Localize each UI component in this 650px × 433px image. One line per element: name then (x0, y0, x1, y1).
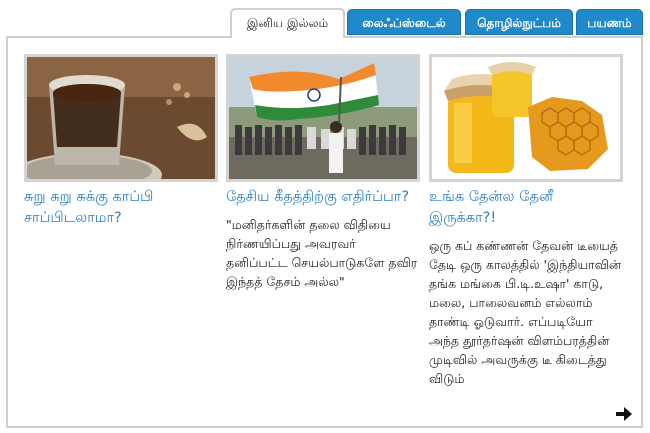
article-card: உங்க தேன்ல தேனீ இருக்கா?! ஒரு கப் கண்ணன்… (429, 54, 623, 388)
tab-technology[interactable]: தொழில்நுட்பம் (465, 9, 573, 35)
students-flag-image[interactable] (226, 54, 420, 182)
article-description: ஒரு கப் கண்ணன் தேவன் டீயைத் தேடி ஒரு கால… (429, 238, 622, 386)
article-description: "மனிதர்களின் தலை விதியை நிர்ணயிப்பது அவர… (226, 217, 418, 289)
article-title[interactable]: உங்க தேன்ல தேனீ இருக்கா?! (429, 187, 623, 229)
article-title[interactable]: தேசிய கீதத்திற்கு எதிர்ப்பா? (226, 187, 420, 208)
tab-home[interactable]: இனிய இல்லம் (230, 8, 345, 38)
article-card: சுறு சுறு சுக்கு காப்பி சாப்பிடலாமா? (24, 54, 218, 229)
article-card: தேசிய கீதத்திற்கு எதிர்ப்பா? "மனிதர்களின… (226, 54, 420, 291)
content-panel: சுறு சுறு சுக்கு காப்பி சாப்பிடலாமா? தேச… (6, 36, 643, 428)
tab-travel[interactable]: பயணம் (576, 9, 643, 35)
honey-jar-image[interactable] (429, 54, 623, 182)
arrow-right-icon[interactable] (615, 406, 633, 422)
tab-bar: இனிய இல்லம் லைஃப்ஸ்டைல் தொழில்நுட்பம் பய… (0, 8, 650, 38)
tab-lifestyle[interactable]: லைஃப்ஸ்டைல் (347, 9, 461, 35)
coffee-tumbler-image[interactable] (24, 54, 218, 182)
article-title[interactable]: சுறு சுறு சுக்கு காப்பி சாப்பிடலாமா? (24, 187, 218, 229)
